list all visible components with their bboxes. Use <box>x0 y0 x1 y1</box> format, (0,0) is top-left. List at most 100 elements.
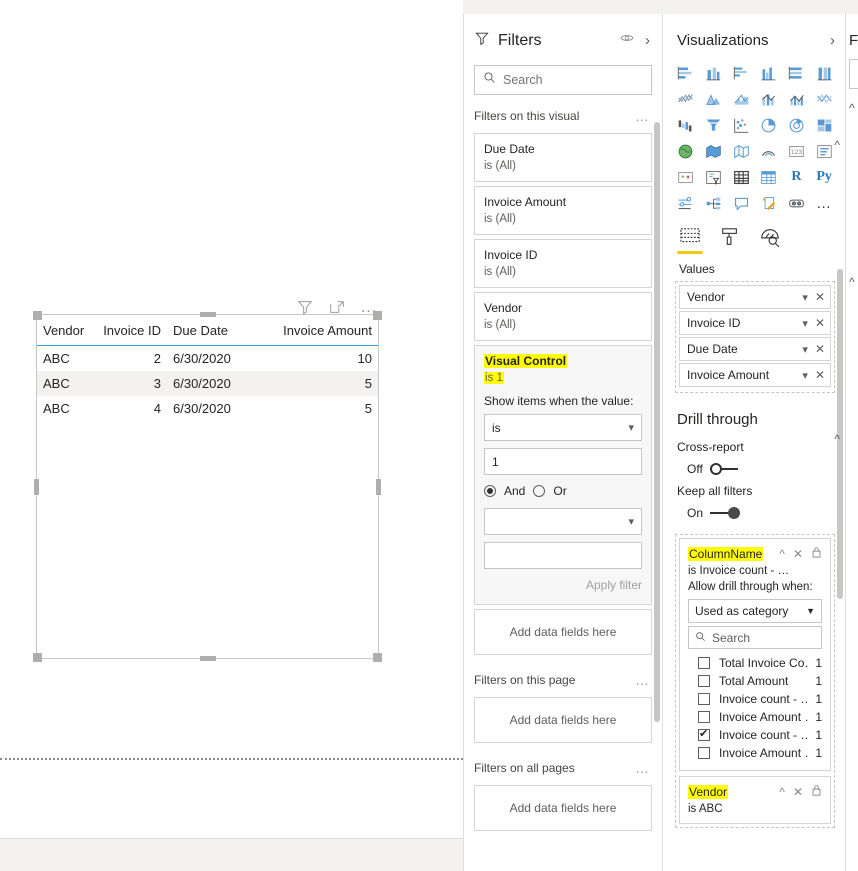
clustered-bar-chart-icon[interactable] <box>728 61 754 85</box>
keep-all-filters-toggle[interactable] <box>710 507 741 519</box>
resize-handle-top-left[interactable] <box>33 311 42 320</box>
field-well-item-invoice-id[interactable]: Invoice ID ▾ ✕ <box>679 311 831 335</box>
field-well-item-due-date[interactable]: Due Date ▾ ✕ <box>679 337 831 361</box>
table-row[interactable]: ABC 4 6/30/2020 5 <box>37 396 378 421</box>
checkbox[interactable] <box>698 747 710 759</box>
remove-field-icon[interactable]: ✕ <box>815 342 825 356</box>
resize-handle-right[interactable] <box>376 478 381 495</box>
ribbon-chart-icon[interactable] <box>811 87 837 111</box>
drill-through-usage-dropdown[interactable]: Used as category ▼ <box>688 599 822 623</box>
matrix-visual-icon[interactable] <box>756 165 782 189</box>
visualizations-tabs[interactable] <box>665 219 845 254</box>
stacked-area-chart-icon[interactable] <box>728 87 754 111</box>
line-clustered-column-chart-icon[interactable] <box>784 87 810 111</box>
visual-filter-dropzone[interactable]: Add data fields here <box>474 609 652 655</box>
r-script-visual-icon[interactable]: R <box>784 165 810 189</box>
checkbox[interactable] <box>698 727 710 741</box>
chevron-icon[interactable]: ^ <box>846 275 858 289</box>
report-canvas[interactable]: … Vendor Invoice ID Due Date Invoice Amo… <box>0 0 463 838</box>
python-visual-icon[interactable]: Py <box>811 165 837 189</box>
filter-value-2-input[interactable] <box>484 542 642 569</box>
checkbox[interactable] <box>698 693 710 705</box>
list-item[interactable]: Total Invoice Co… 1 <box>688 654 822 672</box>
filters-pane-scrollbar[interactable] <box>654 122 660 722</box>
clustered-column-chart-icon[interactable] <box>756 61 782 85</box>
resize-handle-bottom-right[interactable] <box>373 653 382 662</box>
list-item[interactable]: Total Amount 1 <box>688 672 822 690</box>
qna-visual-icon[interactable] <box>728 191 754 215</box>
chevron-right-icon[interactable]: › <box>830 32 835 49</box>
chevron-down-icon[interactable]: ▾ <box>802 343 808 356</box>
lock-icon[interactable] <box>811 546 822 561</box>
funnel-chart-icon[interactable] <box>701 113 727 137</box>
waterfall-chart-icon[interactable] <box>673 113 699 137</box>
100-stacked-column-chart-icon[interactable] <box>811 61 837 85</box>
filter-card-vendor[interactable]: Vendor is (All) <box>474 292 652 341</box>
collapse-caret-icon[interactable]: ^ <box>779 547 785 561</box>
list-item[interactable]: Invoice count - … 1 <box>688 690 822 708</box>
100-stacked-bar-chart-icon[interactable] <box>784 61 810 85</box>
table-visual-container[interactable]: Vendor Invoice ID Due Date Invoice Amoun… <box>33 311 382 662</box>
values-field-well[interactable]: Vendor ▾ ✕ Invoice ID ▾ ✕ Due Date ▾ ✕ I… <box>675 281 835 393</box>
filters-on-visual-more-icon[interactable]: … <box>635 109 650 123</box>
column-header-invoice-amount[interactable]: Invoice Amount <box>245 315 378 346</box>
filter-condition-2-dropdown[interactable]: ▾ <box>484 508 642 535</box>
visualization-gallery[interactable]: 123 R Py … <box>665 59 845 219</box>
key-influencers-visual-icon[interactable] <box>673 191 699 215</box>
analytics-tab[interactable] <box>759 227 781 254</box>
arcgis-map-visual-icon[interactable] <box>756 139 782 163</box>
drill-through-value-list[interactable]: Total Invoice Co… 1 Total Amount 1 Invoi… <box>688 654 822 762</box>
line-chart-icon[interactable] <box>673 87 699 111</box>
scatter-chart-icon[interactable] <box>728 113 754 137</box>
drill-through-card-vendor[interactable]: Vendor ^ ✕ is ABC <box>679 776 831 824</box>
table-row[interactable]: ABC 3 6/30/2020 5 <box>37 371 378 396</box>
eye-icon[interactable] <box>619 30 635 51</box>
table-visual-icon[interactable] <box>728 165 754 189</box>
scroll-up-caret-icon[interactable]: ^ <box>834 138 840 152</box>
fields-tab[interactable] <box>677 227 703 254</box>
area-chart-icon[interactable] <box>701 87 727 111</box>
slicer-visual-icon[interactable] <box>701 165 727 189</box>
stacked-bar-chart-icon[interactable] <box>673 61 699 85</box>
column-header-invoice-id[interactable]: Invoice ID <box>93 315 167 346</box>
resize-handle-bottom[interactable] <box>199 656 216 661</box>
fields-pane-sliver[interactable]: F ^ ^ <box>845 14 858 871</box>
remove-field-icon[interactable]: ✕ <box>815 290 825 304</box>
card-visual-icon[interactable]: 123 <box>784 139 810 163</box>
cross-report-toggle[interactable] <box>709 463 740 475</box>
table-row[interactable]: ABC 2 6/30/2020 10 <box>37 346 378 372</box>
filter-card-due-date[interactable]: Due Date is (All) <box>474 133 652 182</box>
stacked-column-chart-icon[interactable] <box>701 61 727 85</box>
remove-field-icon[interactable]: ✕ <box>815 316 825 330</box>
checkbox[interactable] <box>698 711 710 723</box>
resize-handle-top-right[interactable] <box>373 311 382 320</box>
chevron-down-icon[interactable]: ▾ <box>802 317 808 330</box>
apply-filter-button[interactable]: Apply filter <box>484 578 642 592</box>
scroll-caret-icon[interactable]: ^ <box>834 432 840 446</box>
resize-handle-bottom-left[interactable] <box>33 653 42 662</box>
kpi-visual-icon[interactable] <box>673 165 699 189</box>
filter-card-invoice-amount[interactable]: Invoice Amount is (All) <box>474 186 652 235</box>
chevron-down-icon[interactable]: ▾ <box>802 291 808 304</box>
cross-report-toggle-row[interactable]: Off <box>665 456 845 480</box>
filters-on-page-more-icon[interactable]: … <box>635 673 650 687</box>
drill-through-card-columnname[interactable]: ColumnName ^ ✕ is Invoice count - … Allo… <box>679 538 831 771</box>
field-well-item-vendor[interactable]: Vendor ▾ ✕ <box>679 285 831 309</box>
field-well-item-invoice-amount[interactable]: Invoice Amount ▾ ✕ <box>679 363 831 387</box>
filter-card-invoice-id[interactable]: Invoice ID is (All) <box>474 239 652 288</box>
filters-search-input[interactable] <box>503 73 643 87</box>
decomposition-tree-visual-icon[interactable] <box>701 191 727 215</box>
visualizations-pane[interactable]: Visualizations › 123 R Py … Values Vendo… <box>665 14 845 871</box>
checkbox[interactable] <box>698 657 710 669</box>
collapse-caret-icon[interactable]: ^ <box>779 785 785 799</box>
remove-icon[interactable]: ✕ <box>793 785 803 799</box>
remove-field-icon[interactable]: ✕ <box>815 368 825 382</box>
fields-pane-search[interactable] <box>849 59 858 89</box>
filter-card-visual-control[interactable]: Visual Control is 1 Show items when the … <box>474 345 652 605</box>
chevron-icon[interactable]: ^ <box>846 101 858 115</box>
keep-all-filters-toggle-row[interactable]: On <box>665 500 845 524</box>
column-header-due-date[interactable]: Due Date <box>167 315 245 346</box>
filters-pane[interactable]: Filters › Filters on this visual … Due <box>463 14 663 871</box>
treemap-chart-icon[interactable] <box>811 113 837 137</box>
filled-map-visual-icon[interactable] <box>701 139 727 163</box>
